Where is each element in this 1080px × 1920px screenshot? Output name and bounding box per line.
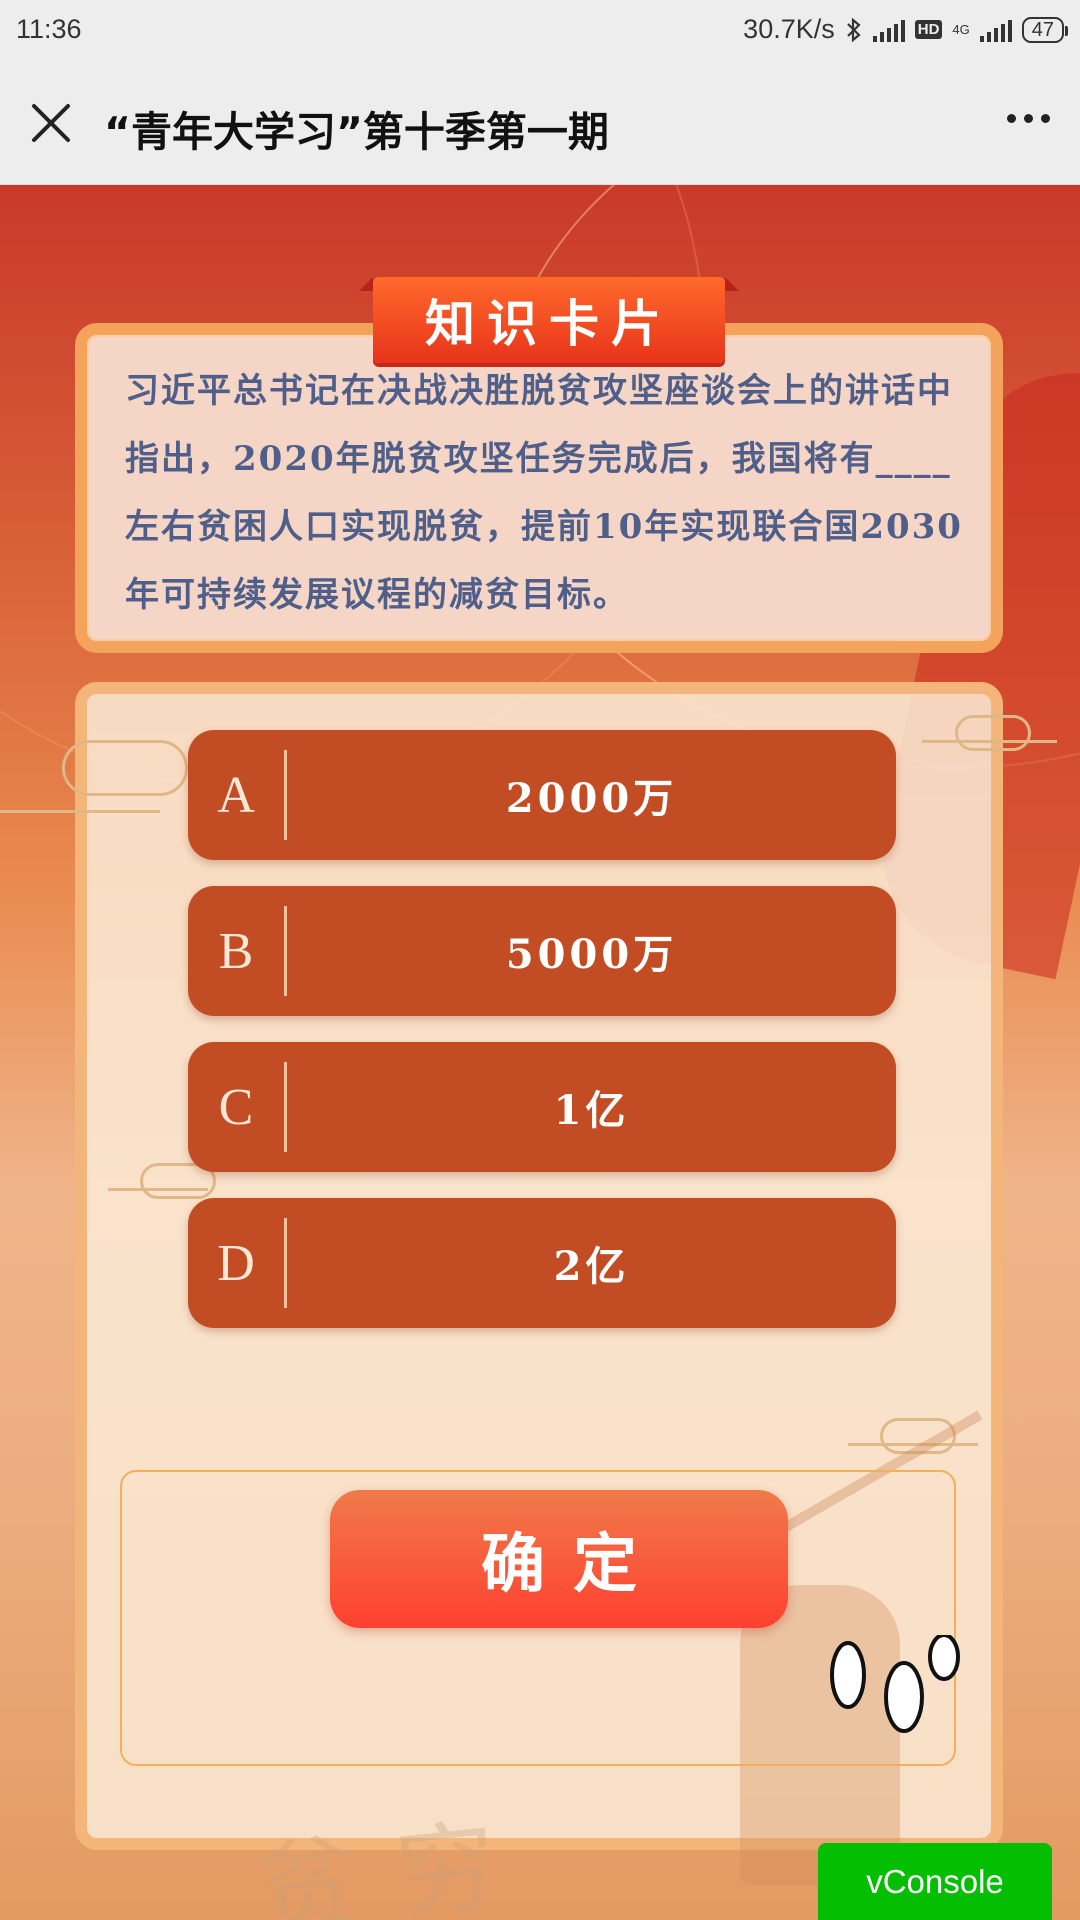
- more-dot: [1007, 114, 1016, 123]
- hd-icon: HD: [914, 20, 943, 39]
- app-header: “青年大学习”第十季第一期: [0, 62, 1080, 185]
- status-icons: 30.7K/s HD 4G 47: [743, 14, 1069, 45]
- option-c[interactable]: C 1亿: [188, 1042, 896, 1172]
- page-title: “青年大学习”第十季第一期: [104, 108, 609, 156]
- option-text: 1亿: [553, 1087, 630, 1134]
- net-speed: 30.7K/s: [743, 14, 835, 44]
- status-time: 11:36: [16, 14, 82, 44]
- question-text: 习近平总书记在决战决胜脱贫攻坚座谈会上的讲话中指出，2020年脱贫攻坚任务完成后…: [125, 371, 963, 615]
- option-a[interactable]: A 2000万: [188, 730, 896, 860]
- knowledge-card: 习近平总书记在决战决胜脱贫攻坚座谈会上的讲话中指出，2020年脱贫攻坚任务完成后…: [75, 323, 1003, 653]
- bluetooth-icon: [846, 17, 861, 42]
- option-letter: A: [217, 766, 255, 824]
- more-icon[interactable]: [1007, 114, 1050, 123]
- footprints-icon: [830, 1635, 960, 1733]
- main-content: 习近平总书记在决战决胜脱贫攻坚座谈会上的讲话中指出，2020年脱贫攻坚任务完成后…: [0, 185, 1080, 1920]
- status-bar: 11:36 30.7K/s HD 4G 47: [0, 0, 1080, 62]
- close-icon[interactable]: [28, 100, 74, 146]
- 4g-label: 4G: [952, 21, 970, 37]
- option-letter: B: [218, 922, 254, 980]
- 4g-signal-icon: [979, 18, 1012, 42]
- option-letter: C: [218, 1078, 254, 1136]
- option-b[interactable]: B 5000万: [188, 886, 896, 1016]
- option-d[interactable]: D 2亿: [188, 1198, 896, 1328]
- option-text: 2000万: [505, 775, 678, 822]
- confirm-button[interactable]: 确定: [330, 1490, 788, 1628]
- signal-icon: [872, 18, 905, 42]
- decorative-line: [0, 810, 160, 813]
- card-banner: 知识卡片: [359, 277, 739, 363]
- more-dot: [1041, 114, 1050, 123]
- decorative-curl: [62, 740, 188, 796]
- option-text: 5000万: [505, 931, 678, 978]
- option-text: 2亿: [553, 1243, 630, 1290]
- battery-icon: 47: [1021, 16, 1069, 43]
- more-dot: [1024, 114, 1033, 123]
- option-letter: D: [217, 1234, 255, 1292]
- vconsole-button[interactable]: vConsole: [818, 1843, 1052, 1920]
- decorative-curl: [955, 715, 1031, 751]
